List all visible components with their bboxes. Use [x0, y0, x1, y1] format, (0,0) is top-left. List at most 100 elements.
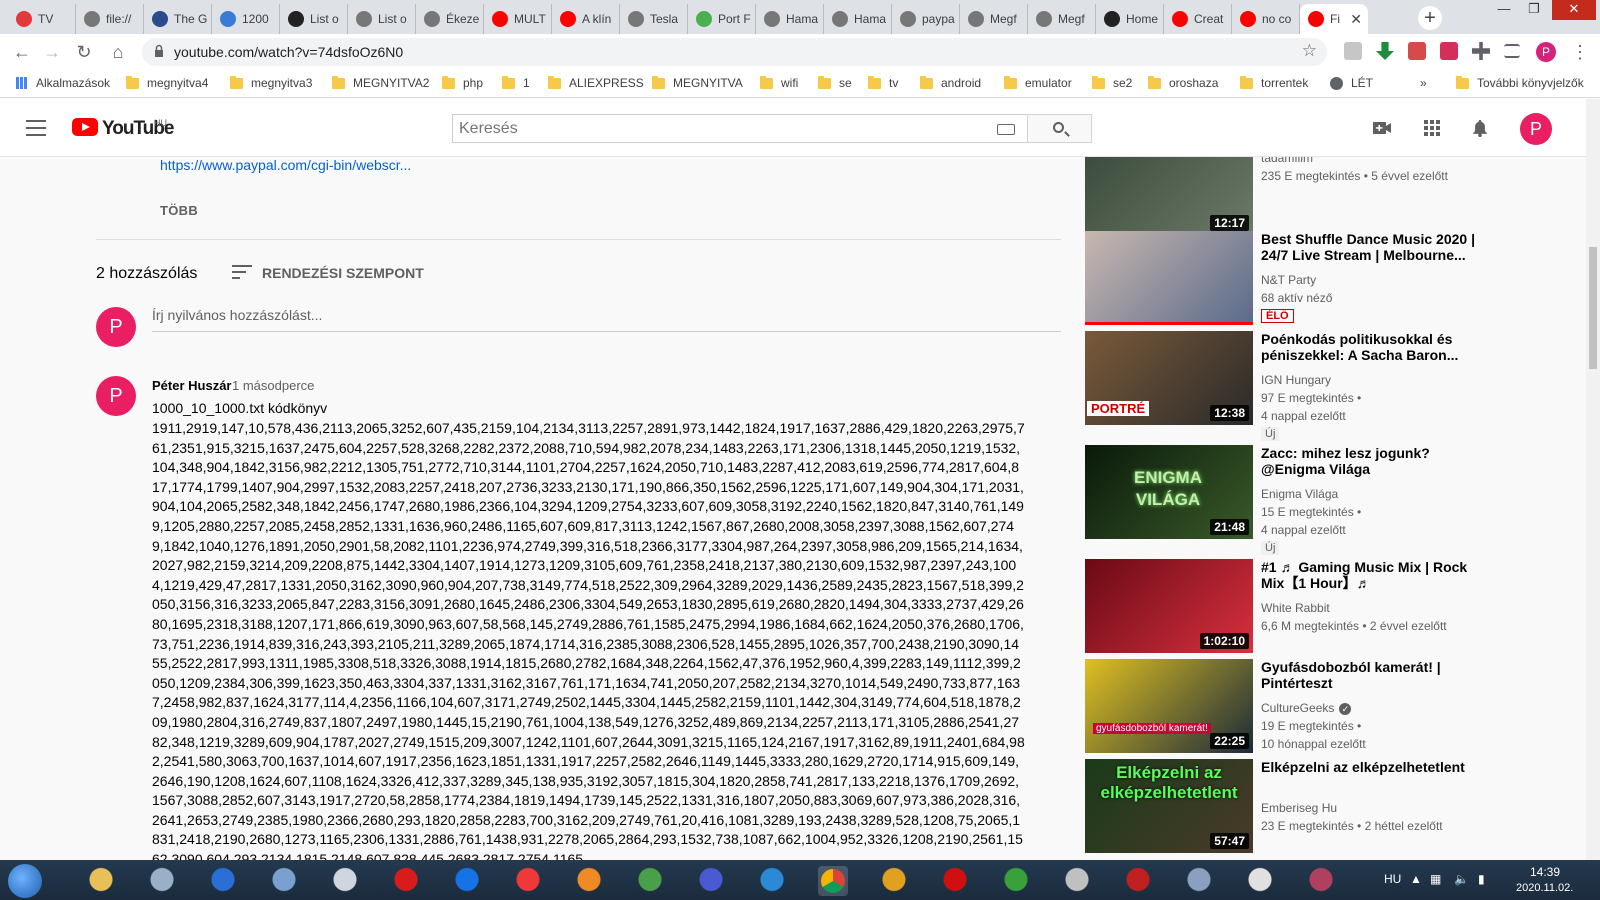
youtube-logo-icon[interactable]	[72, 118, 98, 136]
bookmark-item[interactable]: se	[818, 75, 852, 90]
bookmark-item[interactable]: megnyitva3	[230, 75, 312, 90]
network-app-icon[interactable]	[1184, 866, 1214, 896]
extension-icon[interactable]	[1344, 42, 1362, 60]
home-button[interactable]: ⌂	[106, 40, 130, 64]
description-link[interactable]: https://www.paypal.com/cgi-bin/webscr...	[160, 157, 411, 173]
browser-tab[interactable]: MULT	[484, 4, 552, 34]
bookmark-item[interactable]: MEGNYITVA2	[332, 75, 429, 90]
messenger-icon[interactable]	[269, 866, 299, 896]
related-video-card[interactable]: gyufásdobozból kamerát! 22:25 Gyufásdobozb…	[1085, 659, 1485, 759]
network-icon[interactable]: ▦	[1430, 872, 1441, 886]
browser-tab[interactable]: paypa	[892, 4, 960, 34]
opera-gx-icon[interactable]	[940, 866, 970, 896]
show-more-button[interactable]: TÖBB	[160, 203, 198, 218]
clock-time[interactable]: 14:39	[1530, 865, 1560, 879]
account-avatar[interactable]: P	[1520, 113, 1552, 145]
comment-timestamp[interactable]: 1 másodperce	[232, 378, 314, 393]
restore-button[interactable]: ❐	[1520, 0, 1548, 20]
download-arrow-icon[interactable]	[1376, 42, 1394, 60]
browser-tab[interactable]: Tesla	[620, 4, 688, 34]
utorrent-icon[interactable]	[1001, 866, 1031, 896]
bookmark-item[interactable]: MEGNYITVA	[652, 75, 743, 90]
firefox-icon[interactable]	[574, 866, 604, 896]
related-video-card[interactable]: Best Shuffle Dance Music 2020 | 24/7 Liv…	[1085, 231, 1485, 331]
video-extension-icon[interactable]	[1440, 42, 1458, 60]
browser-tab[interactable]: Hama	[756, 4, 824, 34]
signal-icon[interactable]: ▮	[1478, 872, 1485, 886]
pdf-extension-icon[interactable]	[1408, 42, 1426, 60]
guide-menu-icon[interactable]	[26, 120, 46, 136]
bookmark-item[interactable]: android	[920, 75, 981, 90]
video-thumbnail[interactable]: 12:17	[1085, 157, 1253, 235]
back-button[interactable]: ←	[10, 40, 34, 64]
reading-list-icon[interactable]	[1504, 44, 1520, 58]
bookmark-item[interactable]: Alkalmazások	[16, 76, 110, 90]
browser-tab[interactable]: Creat	[1164, 4, 1232, 34]
teamviewer-icon[interactable]	[452, 866, 482, 896]
clock-date[interactable]: 2020.11.02.	[1516, 882, 1573, 894]
search-input[interactable]: Keresés	[452, 114, 1028, 143]
vpn-icon[interactable]	[696, 866, 726, 896]
bookmark-item[interactable]: torrentek	[1240, 75, 1308, 90]
bookmark-item[interactable]: megnyitva4	[126, 75, 208, 90]
browser-tab[interactable]: List o	[280, 4, 348, 34]
video-title[interactable]: #1 ♬ Gaming Music Mix | Rock Mix【1 Hour】…	[1261, 559, 1476, 591]
calculator-icon[interactable]	[330, 866, 360, 896]
bookmark-item[interactable]: További könyvjelzők	[1456, 75, 1584, 90]
chrome-profile-avatar[interactable]: P	[1536, 42, 1556, 62]
browser-tab[interactable]: Hama	[824, 4, 892, 34]
bookmark-item[interactable]: wifi	[760, 75, 798, 90]
page-scrollbar[interactable]	[1586, 99, 1600, 860]
video-thumbnail[interactable]: 1:02:10	[1085, 559, 1253, 653]
bookmark-item[interactable]: 1	[502, 75, 530, 90]
browser-tab[interactable]: The G	[144, 4, 212, 34]
related-video-card[interactable]: ENIGMA VILÁGA 21:48 Zacc: mihez lesz jogun…	[1085, 445, 1485, 555]
apps-grid-icon[interactable]	[1422, 119, 1442, 137]
bookmark-item[interactable]: »	[1420, 76, 1427, 90]
commenter-avatar[interactable]: P	[96, 307, 136, 347]
video-thumbnail[interactable]: PORTRÉ 12:38	[1085, 331, 1253, 425]
comment-author-avatar[interactable]: P	[96, 376, 136, 416]
game-icon[interactable]	[879, 866, 909, 896]
lightning-icon[interactable]	[757, 866, 787, 896]
video-title[interactable]: Best Shuffle Dance Music 2020 | 24/7 Liv…	[1261, 231, 1476, 263]
browser-tab[interactable]: file://	[76, 4, 144, 34]
channel-name[interactable]: N&T Party	[1261, 273, 1316, 287]
reload-button[interactable]: ↻	[72, 40, 96, 64]
bookmark-star-icon[interactable]: ☆	[1302, 41, 1317, 61]
browser-tab[interactable]: no co	[1232, 4, 1300, 34]
channel-name[interactable]: tadamfilm	[1261, 157, 1313, 165]
vlc-icon[interactable]	[1062, 866, 1092, 896]
comment-author[interactable]: Péter Huszár	[152, 378, 231, 393]
bluetooth-icon[interactable]	[208, 866, 238, 896]
bookmark-item[interactable]: oroshaza	[1148, 75, 1218, 90]
window-icon[interactable]	[1245, 866, 1275, 896]
minimize-button[interactable]: —	[1490, 0, 1518, 20]
bookmark-item[interactable]: php	[442, 75, 483, 90]
related-video-card[interactable]: 1:02:10 #1 ♬ Gaming Music Mix | Rock Mix【…	[1085, 559, 1485, 659]
video-thumbnail[interactable]: Elképzelni az elképzelhetetlent 57:47	[1085, 759, 1253, 853]
channel-name[interactable]: White Rabbit	[1261, 601, 1330, 615]
new-tab-button[interactable]: +	[1418, 6, 1442, 30]
input-language[interactable]: HU	[1384, 872, 1401, 886]
globe-icon[interactable]	[635, 866, 665, 896]
related-video-card[interactable]: PORTRÉ 12:38 Poénkodás politikusokkal és p…	[1085, 331, 1485, 441]
bookmark-item[interactable]: emulator	[1004, 75, 1072, 90]
browser-tab[interactable]: Port F	[688, 4, 756, 34]
channel-name[interactable]: IGN Hungary	[1261, 373, 1331, 387]
video-title[interactable]: Gyufásdobozból kamerát! | Pintérteszt	[1261, 659, 1476, 691]
vivaldi-icon[interactable]	[513, 866, 543, 896]
close-tab-icon[interactable]: ✕	[1350, 11, 1362, 28]
browser-tab[interactable]: Ékeze	[416, 4, 484, 34]
forward-button[interactable]: →	[40, 40, 64, 64]
related-video-card[interactable]: Elképzelni az elképzelhetetlent 57:47 Elké…	[1085, 759, 1485, 859]
add-comment-input[interactable]: Írj nyilvános hozzászólást...	[152, 307, 322, 323]
keyboard-icon[interactable]	[997, 124, 1015, 135]
channel-name[interactable]: CultureGeeks ✓	[1261, 701, 1352, 715]
scrollbar-thumb[interactable]	[1589, 247, 1597, 369]
channel-name[interactable]: Enigma Világa	[1261, 487, 1338, 501]
browser-tab[interactable]: 1200	[212, 4, 280, 34]
notifications-bell-icon[interactable]	[1470, 119, 1490, 137]
chrome-icon[interactable]	[818, 866, 848, 896]
video-thumbnail[interactable]: gyufásdobozból kamerát! 22:25	[1085, 659, 1253, 753]
